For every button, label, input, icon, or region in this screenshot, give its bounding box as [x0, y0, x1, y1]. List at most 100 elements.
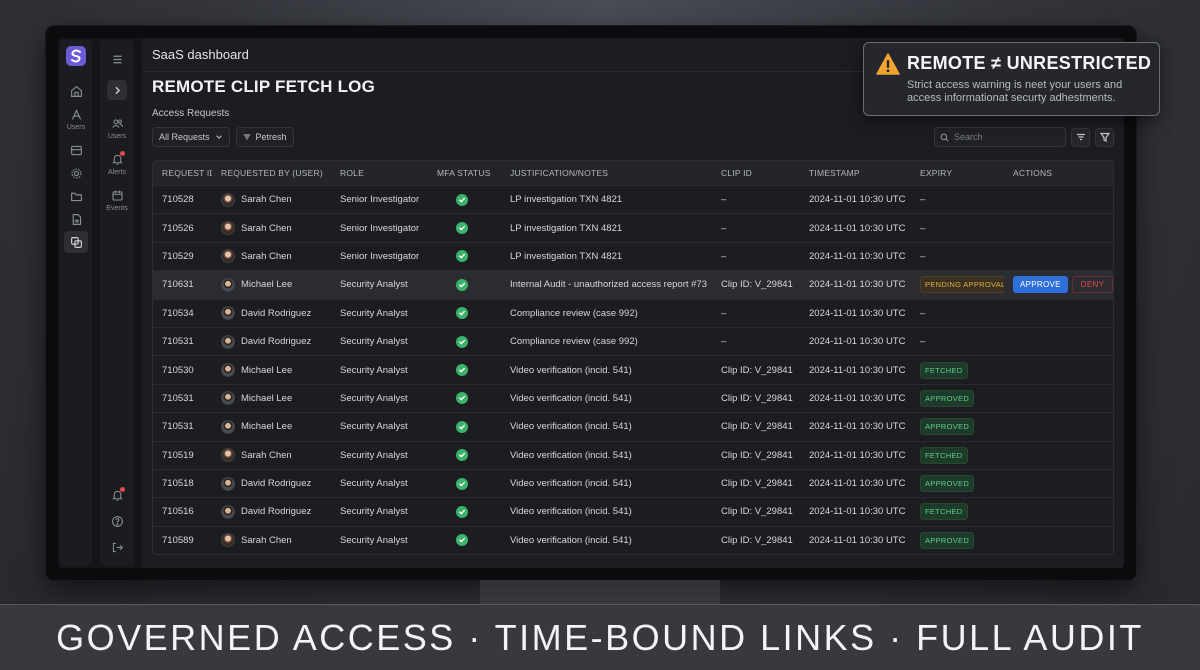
col-requested-by[interactable]: REQUESTED BY (USER): [212, 168, 331, 178]
justification-cell: Compliance review (case 992): [510, 336, 638, 348]
col-expiry[interactable]: EXPIRY: [911, 168, 1004, 178]
bell-icon[interactable]: [105, 148, 129, 170]
mfa-status-cell: [428, 278, 501, 291]
request-id-cell: 710530: [162, 364, 194, 376]
clip-id-cell: –: [721, 194, 727, 206]
user-name: David Rodriguez: [241, 478, 312, 490]
sort-button[interactable]: [1071, 127, 1090, 147]
role-cell: Security Analyst: [340, 307, 408, 319]
expiry-cell: –: [911, 308, 1004, 319]
expiry-cell: PENDING APPROVAL: [911, 276, 1004, 294]
col-role[interactable]: ROLE: [331, 168, 428, 178]
expiry-cell: FETCHED: [911, 446, 1004, 464]
expiry-cell: APPROVED: [911, 475, 1004, 493]
notification-bell-icon[interactable]: [105, 484, 129, 506]
expiry-value: –: [920, 307, 926, 319]
users-icon[interactable]: [105, 112, 129, 134]
approve-button[interactable]: APPROVE: [1013, 276, 1068, 294]
refresh-button[interactable]: Petresh: [235, 127, 294, 147]
table-row[interactable]: 710519 Sarah Chen Security Analyst Video ve…: [153, 440, 1113, 469]
gear-icon[interactable]: [64, 162, 88, 184]
col-actions: ACTIONS: [1013, 168, 1053, 178]
table-row[interactable]: 710526 Sarah Chen Senior Investigator LP in…: [153, 213, 1113, 242]
expiry-cell: FETCHED: [911, 361, 1004, 379]
status-badge: FETCHED: [920, 503, 968, 521]
avatar: [221, 419, 235, 434]
role-cell: Security Analyst: [340, 478, 408, 490]
table-row[interactable]: 710534 David Rodriguez Security Analyst Com…: [153, 298, 1113, 327]
justification-cell: Internal Audit - unauthorized access rep…: [510, 279, 707, 291]
role-cell: Security Analyst: [340, 534, 408, 546]
table-row[interactable]: 710531 David Rodriguez Security Analyst Com…: [153, 326, 1113, 356]
clip-icon[interactable]: [64, 231, 88, 253]
status-badge: FETCHED: [920, 446, 968, 464]
users-icon[interactable]: [64, 103, 88, 125]
mfa-status-cell: [428, 449, 501, 462]
filter-button[interactable]: [1095, 127, 1114, 147]
col-mfa-status[interactable]: MFA STATUS: [428, 168, 501, 178]
mfa-check-icon: [456, 278, 468, 291]
mfa-status-cell: [428, 420, 501, 433]
clip-id-cell: –: [721, 250, 727, 262]
status-badge: APPROVED: [920, 531, 975, 549]
col-timestamp[interactable]: TIMESTAMP: [800, 168, 911, 178]
user-name: Sarah Chen: [241, 534, 292, 546]
table-row[interactable]: 710589 Sarah Chen Security Analyst Video ve…: [153, 525, 1113, 555]
justification-cell: LP investigation TXN 4821: [510, 222, 623, 234]
app-title: SaaS dashboard: [152, 47, 249, 62]
table-row[interactable]: 710516 David Rodriguez Security Analyst Vid…: [153, 497, 1113, 526]
calendar-icon[interactable]: [105, 184, 129, 206]
table-row[interactable]: 710518 David Rodriguez Security Analyst Vid…: [153, 468, 1113, 498]
col-request-id[interactable]: REQUEST ID: [153, 168, 212, 178]
user-name: Sarah Chen: [241, 250, 292, 262]
requested-by-cell: David Rodriguez: [212, 334, 331, 349]
requested-by-cell: Sarah Chen: [212, 192, 331, 207]
mfa-check-icon: [456, 335, 468, 348]
table-row[interactable]: 710529 Sarah Chen Senior Investigator LP in…: [153, 241, 1113, 271]
justification-cell: LP investigation TXN 4821: [510, 194, 623, 206]
home-icon[interactable]: [64, 80, 88, 102]
avatar: [221, 363, 235, 378]
subnav-label-alerts: Alerts: [108, 169, 126, 176]
avatar: [221, 533, 235, 548]
search-box[interactable]: [934, 127, 1066, 147]
table-row[interactable]: 710531 Michael Lee Security Analyst Video v…: [153, 412, 1113, 441]
avatar: [221, 277, 235, 292]
col-justification[interactable]: JUSTIFICATION/NOTES: [501, 168, 712, 178]
expiry-cell: FETCHED: [911, 503, 1004, 521]
expiry-cell: –: [911, 194, 1004, 205]
tagline-banner: GOVERNED ACCESS · TIME-BOUND LINKS · FUL…: [0, 604, 1200, 670]
help-icon[interactable]: [105, 510, 129, 532]
justification-cell: Video verification (incid. 541): [510, 506, 632, 518]
table-row[interactable]: 710631 Michael Lee Security Analyst Interna…: [153, 270, 1113, 299]
logout-icon[interactable]: [105, 536, 129, 558]
col-clip-id[interactable]: CLIP ID: [712, 168, 800, 178]
folder-icon[interactable]: [64, 185, 88, 207]
search-input[interactable]: [954, 132, 1064, 142]
clip-id-cell: –: [721, 222, 727, 234]
table-row[interactable]: 710528 Sarah Chen Senior Investigator LP in…: [153, 185, 1113, 214]
secondary-nav-rail: Users Alerts Events: [100, 40, 134, 566]
document-icon[interactable]: [64, 208, 88, 230]
table-row[interactable]: 710530 Michael Lee Security Analyst Video v…: [153, 355, 1113, 384]
mfa-status-cell: [428, 335, 501, 348]
request-id-cell: 710516: [162, 506, 194, 518]
user-name: Michael Lee: [241, 392, 293, 404]
requested-by-cell: Michael Lee: [212, 277, 331, 292]
requested-by-cell: Michael Lee: [212, 419, 331, 434]
requested-by-cell: Sarah Chen: [212, 221, 331, 236]
all-requests-dropdown[interactable]: All Requests: [152, 127, 230, 147]
avatar: [221, 476, 235, 491]
deny-button[interactable]: DENY: [1071, 276, 1113, 294]
table-row[interactable]: 710531 Michael Lee Security Analyst Video v…: [153, 383, 1113, 413]
clip-id-cell: –: [721, 307, 727, 319]
expand-chevron-icon[interactable]: [107, 80, 127, 100]
filter-bar: All Requests Petresh: [152, 127, 1114, 147]
mfa-check-icon: [456, 250, 468, 263]
request-id-cell: 710589: [162, 534, 194, 546]
request-id-cell: 710518: [162, 478, 194, 490]
clip-id-cell: –: [721, 336, 727, 348]
inbox-icon[interactable]: [64, 139, 88, 161]
expiry-value: –: [920, 250, 926, 262]
menu-icon[interactable]: [105, 48, 129, 70]
